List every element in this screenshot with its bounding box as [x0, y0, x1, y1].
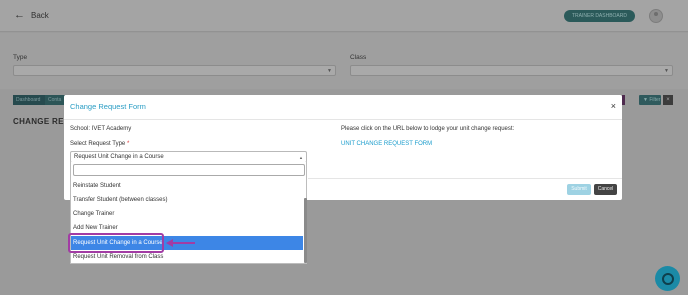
dropdown-option[interactable]: Reinstate Student: [71, 179, 303, 193]
cancel-button[interactable]: Cancel: [594, 184, 617, 195]
back-label: Back: [31, 11, 49, 20]
request-type-label-text: Select Request Type: [70, 141, 126, 147]
dropdown-scrollbar[interactable]: [304, 198, 307, 263]
chevron-down-icon: ▼: [664, 68, 669, 74]
trainer-dashboard-button[interactable]: TRAINER DASHBOARD: [564, 10, 635, 22]
request-type-value: Request Unit Change in a Course: [74, 154, 164, 160]
tab-dashboard[interactable]: Dashboard: [13, 95, 46, 105]
request-type-label: Select Request Type *: [70, 141, 129, 147]
modal-title: Change Request Form: [70, 102, 146, 111]
filter-icon: ▼: [643, 97, 648, 103]
modal-divider: [64, 119, 622, 120]
footer-divider: [308, 178, 622, 179]
close-icon[interactable]: ×: [611, 101, 616, 111]
type-label: Type: [13, 54, 28, 61]
highlight-annotation: [68, 233, 164, 253]
unit-change-request-link[interactable]: UNIT CHANGE REQUEST FORM: [341, 141, 432, 147]
dropdown-option[interactable]: Transfer Student (between classes): [71, 193, 303, 207]
class-select[interactable]: ▼: [350, 65, 673, 76]
school-label: School: IVET Academy: [70, 126, 132, 132]
back-button[interactable]: ← Back: [14, 10, 49, 21]
dropdown-search-input[interactable]: [73, 164, 305, 176]
filter-button[interactable]: ▼ Filter: [639, 95, 661, 105]
dropdown-option[interactable]: Change Trainer: [71, 207, 303, 221]
chevron-down-icon: ▼: [327, 68, 332, 74]
filter-label: Filter: [649, 97, 661, 103]
required-mark: *: [126, 141, 130, 147]
type-select[interactable]: ▼: [13, 65, 336, 76]
class-label: Class: [350, 54, 367, 61]
action-button-edge[interactable]: [622, 95, 625, 105]
top-bar: ← Back TRAINER DASHBOARD: [0, 0, 688, 32]
help-chat-icon[interactable]: [655, 266, 680, 291]
clear-filter-button[interactable]: ×: [663, 95, 673, 105]
filter-panel: Type ▼ Class ▼: [0, 33, 688, 89]
arrow-left-annotation-icon: [166, 239, 195, 247]
submit-button[interactable]: Submit: [567, 184, 591, 195]
arrow-left-icon: ←: [14, 9, 25, 21]
tab-contacts[interactable]: Conta: [45, 95, 65, 105]
user-avatar-icon[interactable]: [649, 9, 663, 23]
lodge-instructions: Please click on the URL below to lodge y…: [341, 126, 515, 132]
